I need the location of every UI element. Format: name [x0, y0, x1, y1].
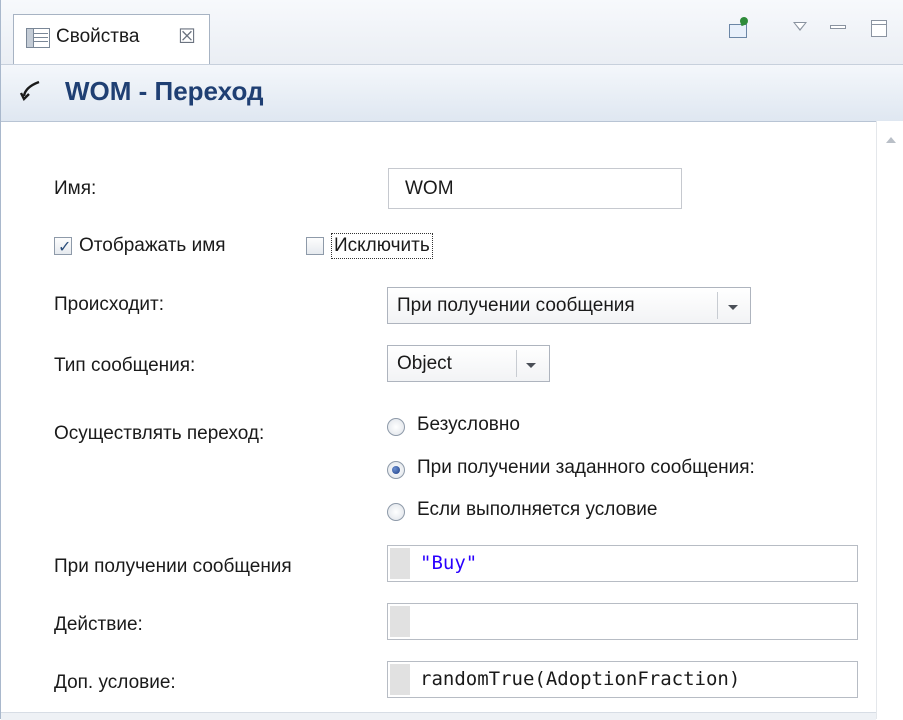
on-message-field-value: "Buy" [420, 552, 478, 574]
on-message-label: При получении сообщения [54, 556, 292, 577]
extra-condition-label: Доп. условие: [54, 672, 176, 693]
pin-icon [729, 24, 747, 38]
check-icon: ✓ [58, 239, 72, 256]
radio-on-message[interactable] [387, 461, 405, 479]
message-type-dropdown-value: Object [397, 353, 452, 374]
properties-header: WOM - Переход [1, 65, 903, 122]
minimize-button[interactable] [827, 16, 853, 42]
extra-condition-field[interactable]: randomTrue(AdoptionFraction) [387, 661, 858, 698]
maximize-icon [871, 20, 887, 37]
radio-unconditional[interactable] [387, 418, 405, 436]
transition-icon [19, 80, 40, 102]
radio-selected-dot [392, 466, 400, 474]
transition-label: Осуществлять переход: [54, 423, 265, 444]
on-message-field[interactable]: "Buy" [387, 545, 858, 582]
page-title: WOM - Переход [65, 76, 264, 106]
extra-condition-field-value: randomTrue(AdoptionFraction) [420, 668, 741, 690]
name-field-value: WOM [405, 178, 454, 199]
minimize-icon [830, 25, 846, 29]
message-type-label: Тип сообщения: [54, 355, 196, 376]
close-icon[interactable]: ☒ [178, 24, 196, 49]
view-menu-icon [793, 22, 807, 31]
properties-view-icon [26, 28, 50, 48]
properties-view: Свойства ☒ WOM - Переход Имя: WOM ✓ Отоб… [0, 0, 903, 720]
name-field[interactable]: WOM [388, 168, 682, 209]
radio-condition-label: Если выполняется условие [417, 499, 658, 520]
chevron-down-icon [526, 363, 536, 368]
name-label: Имя: [54, 178, 97, 199]
show-name-label: Отображать имя [79, 235, 226, 256]
action-field[interactable] [387, 603, 858, 640]
exclude-label: Исключить [331, 233, 433, 259]
maximize-button[interactable] [868, 16, 894, 42]
show-name-checkbox[interactable]: ✓ [54, 237, 72, 256]
radio-condition[interactable] [387, 503, 405, 521]
pin-button[interactable] [726, 16, 752, 42]
occurs-label: Происходит: [54, 294, 165, 315]
message-type-dropdown[interactable]: Object [387, 345, 550, 382]
occurs-dropdown-value: При получении сообщения [397, 295, 635, 316]
occurs-dropdown[interactable]: При получении сообщения [387, 287, 751, 324]
action-label: Действие: [54, 614, 143, 635]
tab-title: Свойства [56, 26, 140, 47]
vertical-scrollbar[interactable] [876, 121, 903, 719]
view-menu-button[interactable] [789, 16, 815, 42]
exclude-checkbox[interactable] [306, 237, 324, 255]
scroll-up-icon[interactable] [886, 137, 896, 143]
radio-unconditional-label: Безусловно [417, 414, 520, 435]
view-tab-bar: Свойства ☒ [1, 0, 903, 65]
chevron-down-icon [728, 305, 738, 310]
radio-on-message-label: При получении заданного сообщения: [417, 457, 755, 478]
tab-properties[interactable]: Свойства ☒ [13, 14, 210, 64]
